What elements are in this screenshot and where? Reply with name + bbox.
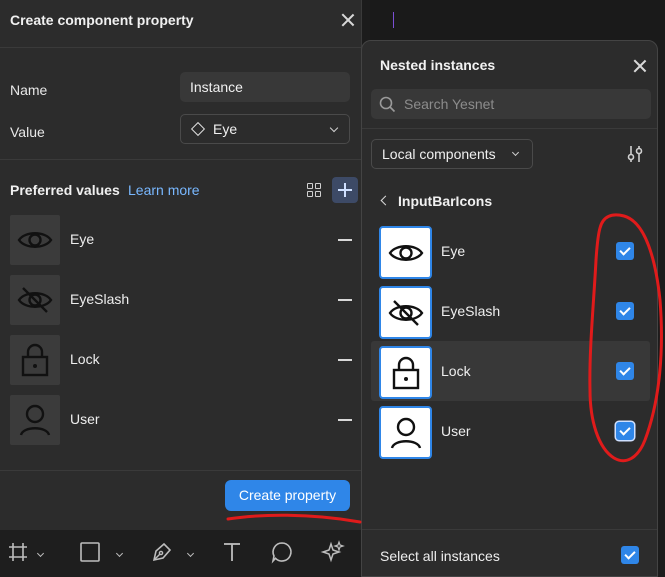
user-icon: [10, 395, 60, 445]
nested-instance-row[interactable]: Lock: [371, 341, 650, 401]
eye-slash-icon: [10, 275, 60, 325]
library-select-label: Local components: [382, 146, 496, 162]
folder-name: InputBarIcons: [398, 193, 493, 209]
lock-icon: [10, 335, 60, 385]
panel-title: Create component property: [10, 12, 194, 28]
chevron-down-icon: [329, 123, 339, 133]
eye-icon: [379, 226, 432, 279]
pen-icon[interactable]: [150, 540, 174, 566]
component-diamond-icon: [190, 121, 206, 137]
panel-header: Create component property: [0, 0, 361, 48]
nested-instance-row[interactable]: Eye: [371, 221, 650, 281]
instance-checkbox[interactable]: [616, 242, 634, 260]
bottom-toolbar: [0, 530, 362, 577]
eye-icon: [10, 215, 60, 265]
select-all-checkbox[interactable]: [621, 546, 639, 564]
preferred-value-row: Eye: [10, 215, 355, 265]
instance-checkbox[interactable]: [616, 422, 634, 440]
chevron-down-icon[interactable]: [115, 549, 124, 558]
preferred-value-label: Lock: [70, 351, 100, 367]
rectangle-icon[interactable]: [78, 540, 102, 566]
instance-label: Eye: [441, 243, 466, 259]
grid-view-icon[interactable]: [307, 183, 322, 198]
name-label: Name: [10, 82, 48, 98]
create-property-button[interactable]: Create property: [225, 480, 350, 511]
text-icon[interactable]: [220, 540, 244, 566]
value-select[interactable]: Eye: [180, 114, 350, 144]
preferred-value-row: Lock: [10, 335, 355, 385]
canvas-area: [370, 0, 665, 40]
instance-label: User: [441, 423, 471, 439]
preferred-value-label: User: [70, 411, 100, 427]
remove-value-button[interactable]: [338, 299, 352, 301]
library-select[interactable]: Local components: [371, 139, 533, 169]
remove-value-button[interactable]: [338, 419, 352, 421]
search-input[interactable]: Search Yesnet: [371, 89, 651, 119]
name-input[interactable]: Instance: [180, 72, 350, 102]
remove-value-button[interactable]: [338, 359, 352, 361]
search-placeholder: Search Yesnet: [404, 96, 495, 112]
remove-value-button[interactable]: [338, 239, 352, 241]
close-icon[interactable]: [633, 59, 647, 73]
close-icon[interactable]: [341, 13, 355, 27]
preferred-values-label: Preferred values: [10, 182, 120, 198]
instance-label: EyeSlash: [441, 303, 501, 319]
preferred-value-label: EyeSlash: [70, 291, 130, 307]
chevron-down-icon[interactable]: [186, 549, 195, 558]
create-component-property-panel: Create component property Name Instance …: [0, 0, 362, 530]
eye-slash-icon: [379, 286, 432, 339]
actions-icon[interactable]: [320, 540, 346, 566]
user-icon: [379, 406, 432, 459]
add-preferred-value-button[interactable]: [332, 177, 358, 203]
select-all-label: Select all instances: [380, 548, 500, 564]
learn-more-link[interactable]: Learn more: [128, 182, 200, 198]
comment-icon[interactable]: [270, 540, 294, 566]
chevron-left-icon: [380, 195, 391, 206]
frame-icon[interactable]: [6, 540, 30, 566]
filter-settings-icon[interactable]: [626, 144, 644, 164]
preferred-value-label: Eye: [70, 231, 95, 247]
value-selected: Eye: [213, 121, 238, 137]
search-icon: [379, 96, 396, 113]
nested-instance-row[interactable]: EyeSlash: [371, 281, 650, 341]
value-label: Value: [10, 124, 45, 140]
canvas-cursor-line: [393, 12, 394, 28]
panel-title: Nested instances: [380, 57, 496, 73]
divider: [0, 159, 362, 160]
nested-instances-panel: Nested instances Search Yesnet Local com…: [361, 40, 658, 577]
chevron-down-icon: [511, 148, 520, 157]
instance-checkbox[interactable]: [616, 362, 634, 380]
preferred-value-row: EyeSlash: [10, 275, 355, 325]
lock-icon: [379, 346, 432, 399]
nested-instance-row[interactable]: User: [371, 401, 650, 461]
chevron-down-icon[interactable]: [36, 549, 45, 558]
divider: [362, 529, 657, 530]
instance-checkbox[interactable]: [616, 302, 634, 320]
preferred-value-row: User: [10, 395, 355, 445]
divider: [362, 128, 657, 129]
instance-label: Lock: [441, 363, 471, 379]
